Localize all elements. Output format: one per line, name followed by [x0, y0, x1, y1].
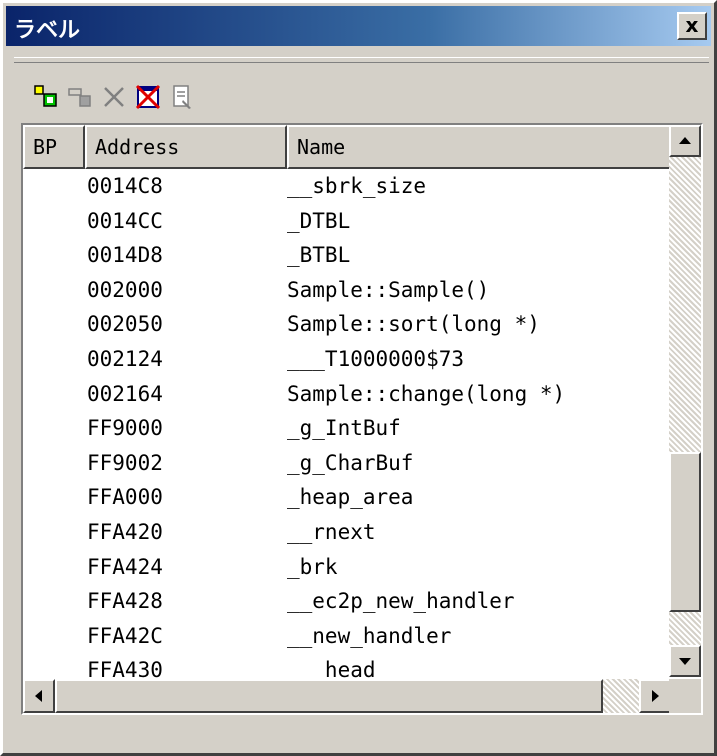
- table-row[interactable]: 002050 Sample::sort(long *): [23, 307, 671, 342]
- scroll-up-button[interactable]: [669, 125, 701, 157]
- table-row[interactable]: 002000 Sample::Sample(): [23, 273, 671, 308]
- arrow-down-icon: [679, 658, 691, 665]
- scroll-left-button[interactable]: [23, 679, 55, 713]
- row-address: 0014CC: [87, 208, 163, 233]
- edit-label-icon[interactable]: [66, 83, 94, 111]
- table-row[interactable]: 0014D8 _BTBL: [23, 238, 671, 273]
- row-address: FFA420: [87, 519, 163, 544]
- window-title: ラベル: [14, 18, 81, 43]
- horizontal-scrollbar[interactable]: [23, 679, 671, 713]
- table-row[interactable]: FFA42C __new_handler: [23, 619, 671, 654]
- row-name: __rnext: [287, 519, 376, 544]
- delete-all-icon[interactable]: [134, 83, 162, 111]
- arrow-left-icon: [35, 690, 42, 702]
- row-name: _DTBL: [287, 208, 351, 233]
- row-address: FFA42C: [87, 623, 163, 648]
- view-source-icon[interactable]: [168, 83, 196, 111]
- horizontal-scroll-thumb[interactable]: [55, 679, 603, 713]
- table-row[interactable]: 002124 ___T1000000$73: [23, 342, 671, 377]
- row-name: _brk: [287, 554, 338, 579]
- scroll-corner: [669, 679, 701, 713]
- toolbar-grip[interactable]: [14, 57, 709, 63]
- table-row[interactable]: FFA424 _brk: [23, 550, 671, 585]
- label-rows: 0014C8 __sbrk_size 0014CC _DTBL 0014D8 _BTBL 0…: [23, 169, 671, 713]
- row-address: FFA000: [87, 485, 163, 510]
- row-address: FFA424: [87, 554, 163, 579]
- row-name: _g_CharBuf: [287, 450, 414, 475]
- row-address: 002124: [87, 346, 163, 371]
- row-name: ___T1000000$73: [287, 346, 465, 371]
- label-list[interactable]: BP Address Name 0014C8 __sbrk_size 0014CC _…: [21, 123, 703, 715]
- row-name: _BTBL: [287, 243, 351, 268]
- row-address: 002050: [87, 312, 163, 337]
- row-name: __ec2p_new_handler: [287, 589, 515, 614]
- table-row[interactable]: 002164 Sample::change(long *): [23, 377, 671, 412]
- column-header-address[interactable]: Address: [85, 125, 287, 169]
- table-row[interactable]: 0014C8 __sbrk_size: [23, 169, 671, 204]
- table-row[interactable]: FFA000 _heap_area: [23, 480, 671, 515]
- row-address: 0014C8: [87, 174, 163, 198]
- column-header-name[interactable]: Name: [287, 125, 671, 169]
- toolbar: [6, 51, 711, 121]
- label-window: ラベル x BP Address Name 0014C8 __sbrk_size…: [0, 0, 717, 756]
- arrow-right-icon: [652, 690, 659, 702]
- table-row[interactable]: FF9000 _g_IntBuf: [23, 411, 671, 446]
- row-name: __new_handler: [287, 623, 452, 648]
- row-name: Sample::Sample(): [287, 277, 490, 302]
- title-bar[interactable]: ラベル x: [6, 6, 711, 46]
- table-row[interactable]: FFA420 __rnext: [23, 515, 671, 550]
- row-name: Sample::change(long *): [287, 381, 566, 406]
- vertical-scrollbar[interactable]: [669, 125, 701, 677]
- row-address: 002000: [87, 277, 163, 302]
- row-address: 0014D8: [87, 243, 163, 268]
- row-name: Sample::sort(long *): [287, 312, 540, 337]
- delete-icon[interactable]: [100, 83, 128, 111]
- close-button[interactable]: x: [677, 12, 707, 40]
- row-address: FFA428: [87, 589, 163, 614]
- column-header-bp[interactable]: BP: [23, 125, 85, 169]
- row-name: _heap_area: [287, 485, 414, 510]
- arrow-up-icon: [679, 137, 691, 144]
- add-label-icon[interactable]: [32, 83, 60, 111]
- table-row[interactable]: FF9002 _g_CharBuf: [23, 446, 671, 481]
- scroll-right-button[interactable]: [639, 679, 671, 713]
- vertical-scroll-thumb[interactable]: [669, 452, 701, 613]
- scroll-down-button[interactable]: [669, 645, 701, 677]
- table-row[interactable]: 0014CC _DTBL: [23, 204, 671, 239]
- row-name: _g_IntBuf: [287, 416, 401, 441]
- row-name: __sbrk_size: [287, 174, 427, 198]
- row-address: FF9002: [87, 450, 163, 475]
- row-address: FF9000: [87, 416, 163, 441]
- table-row[interactable]: FFA428 __ec2p_new_handler: [23, 584, 671, 619]
- row-address: 002164: [87, 381, 163, 406]
